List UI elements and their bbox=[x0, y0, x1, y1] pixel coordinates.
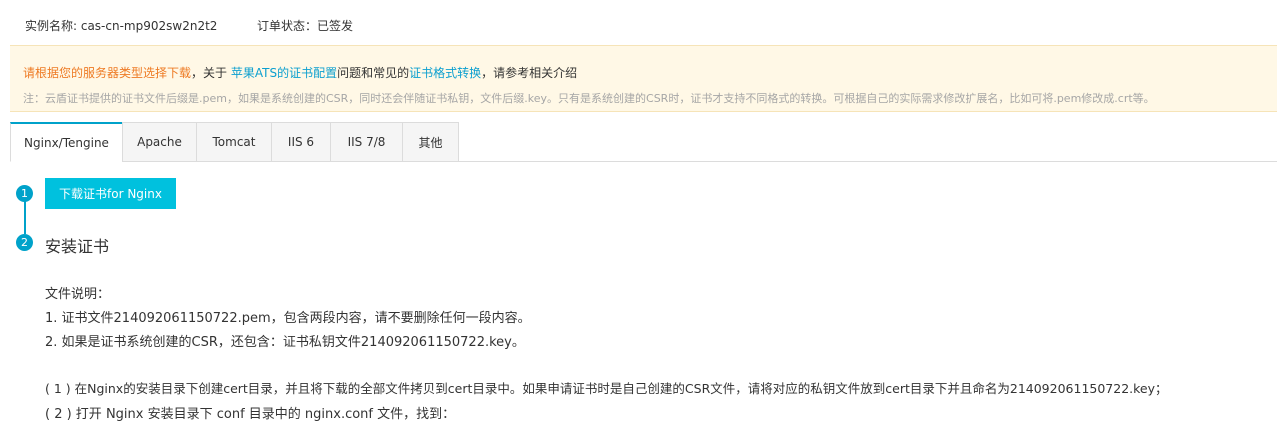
notice-text-2: 问题和常见的 bbox=[337, 66, 410, 80]
tab-iis6[interactable]: IIS 6 bbox=[271, 122, 331, 162]
install-step-1: ( 1 ) 在Nginx的安装目录下创建cert目录，并且将下载的全部文件拷贝到… bbox=[45, 381, 1168, 396]
cert-format-link[interactable]: 证书格式转换 bbox=[409, 66, 481, 80]
install-step-2: ( 2 ) 打开 Nginx 安装目录下 conf 目录中的 nginx.con… bbox=[45, 407, 456, 422]
notice-highlight: 请根据您的服务器类型选择下载 bbox=[23, 66, 192, 80]
notice-main-line: 请根据您的服务器类型选择下载，关于 苹果ATS的证书配置问题和常见的证书格式转换… bbox=[23, 64, 577, 81]
install-cert-title: 安装证书 bbox=[45, 237, 110, 256]
server-type-tabs: Nginx/Tengine Apache Tomcat IIS 6 IIS 7/… bbox=[10, 122, 1277, 162]
order-status: 订单状态：已签发 bbox=[257, 19, 354, 33]
notice-text-3: ，请参考相关介绍 bbox=[481, 66, 578, 80]
step-2-badge: 2 bbox=[16, 234, 33, 251]
notice-text-1: ，关于 bbox=[191, 66, 231, 80]
file-desc-title: 文件说明： bbox=[45, 287, 111, 302]
download-cert-button[interactable]: 下载证书for Nginx bbox=[45, 178, 176, 209]
notice-note: 注：云盾证书提供的证书文件后缀是.pem，如果是系统创建的CSR，同时还会伴随证… bbox=[23, 92, 1155, 105]
tab-tomcat[interactable]: Tomcat bbox=[196, 122, 272, 162]
tab-apache[interactable]: Apache bbox=[122, 122, 197, 162]
step-1-badge: 1 bbox=[16, 185, 33, 202]
tab-other[interactable]: 其他 bbox=[402, 122, 459, 162]
tab-iis78[interactable]: IIS 7/8 bbox=[330, 122, 403, 162]
file-desc-line-1: 1. 证书文件214092061150722.pem，包含两段内容，请不要删除任… bbox=[45, 311, 531, 326]
step-connector bbox=[24, 201, 26, 234]
ats-config-link[interactable]: 苹果ATS的证书配置 bbox=[231, 66, 337, 80]
tab-nginx[interactable]: Nginx/Tengine bbox=[10, 122, 123, 162]
notice-banner: 请根据您的服务器类型选择下载，关于 苹果ATS的证书配置问题和常见的证书格式转换… bbox=[10, 45, 1277, 112]
file-desc-line-2: 2. 如果是证书系统创建的CSR，还包含：证书私钥文件2140920611507… bbox=[45, 335, 525, 350]
instance-meta: 实例名称: cas-cn-mp902sw2n2t2 订单状态：已签发 bbox=[25, 17, 353, 34]
instance-name: 实例名称: cas-cn-mp902sw2n2t2 bbox=[25, 19, 218, 33]
